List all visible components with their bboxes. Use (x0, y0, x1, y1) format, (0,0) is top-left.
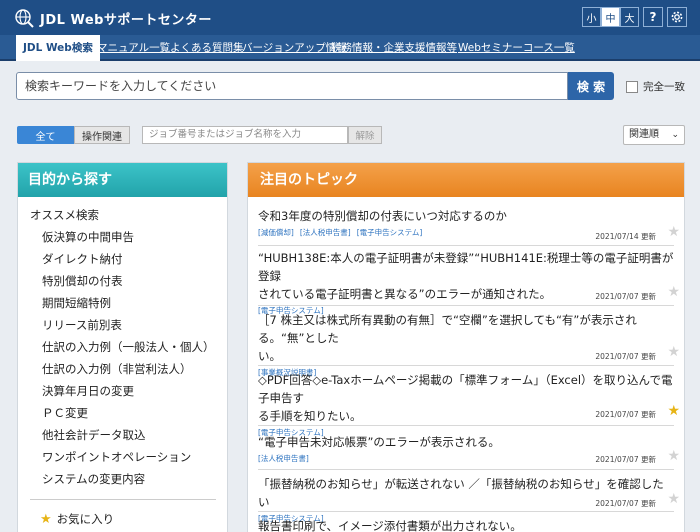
help-button[interactable]: ? (643, 7, 663, 27)
topic-item[interactable]: ◇PDF回答◇e-Taxホームページ掲載の「標準フォーム」（Excel）を取り込… (258, 371, 674, 438)
topic-title[interactable]: 報告書印刷で、イメージ添付書類が出力されない。 (258, 517, 674, 532)
topic-tag[interactable]: [減価償却] (258, 227, 294, 238)
tab-all[interactable]: 全て (17, 126, 74, 144)
font-size-switcher: 小 中 大 (582, 7, 639, 27)
nav-item-jdl-web-search[interactable]: JDL Web検索 (16, 35, 100, 61)
sort-select[interactable]: 関連順 ⌄ (623, 125, 685, 145)
topic-date: 2021/07/07 更新 (595, 352, 656, 361)
exact-match-checkbox[interactable] (626, 80, 638, 93)
font-size-small-button[interactable]: 小 (582, 7, 601, 27)
star-icon: ★ (40, 511, 52, 527)
divider (258, 305, 674, 306)
purpose-search-panel: 目的から探す オススメ検索 仮決算の中間申告 ダイレクト納付 特別償却の付表 期… (17, 162, 228, 532)
topic-tag[interactable]: [法人税申告書] (258, 453, 309, 464)
clear-button[interactable]: 解除 (348, 126, 382, 144)
recommended-item[interactable]: 他社会計データ取込 (42, 427, 146, 443)
topic-date: 2021/07/07 更新 (595, 499, 656, 508)
featured-topics-panel: 注目のトピック 令和3年度の特別償却の付表にいつ対応するのか [減価償却] [法… (247, 162, 685, 532)
app-title: JDL Webサポートセンター (40, 13, 212, 28)
favorite-star-icon[interactable]: ★ (667, 403, 680, 419)
recommended-item[interactable]: ＰＣ変更 (42, 405, 88, 421)
divider (258, 511, 674, 512)
favorites-link[interactable]: ★ お気に入り (40, 511, 114, 527)
gear-icon (671, 11, 683, 23)
font-size-medium-button[interactable]: 中 (601, 7, 620, 27)
font-size-large-button[interactable]: 大 (620, 7, 639, 27)
favorite-star-icon[interactable]: ★ (667, 224, 680, 240)
recommended-item[interactable]: 期間短縮特例 (42, 295, 111, 311)
tab-operation[interactable]: 操作関連 (74, 126, 130, 144)
topic-date: 2021/07/07 更新 (595, 410, 656, 419)
sort-select-value: 関連順 (629, 129, 659, 140)
nav-item-manuals[interactable]: マニュアル一覧 (97, 35, 170, 61)
topic-item[interactable]: 報告書印刷で、イメージ添付書類が出力されない。 (258, 517, 674, 532)
recommended-item[interactable]: システムの変更内容 (42, 471, 145, 487)
recommended-item[interactable]: 仕訳の入力例（非営利法人） (42, 361, 192, 377)
topic-date: 2021/07/07 更新 (595, 292, 656, 301)
favorite-star-icon[interactable]: ★ (667, 284, 680, 300)
settings-button[interactable] (667, 7, 687, 27)
purpose-search-title: 目的から探す (18, 163, 227, 197)
divider (30, 499, 216, 500)
topic-title-line[interactable]: “HUBH138E:本人の電子証明書が未登録”“HUBH141E:税理士等の電子… (258, 249, 674, 285)
topic-date: 2021/07/07 更新 (595, 455, 656, 464)
recommended-item[interactable]: リリース前別表 (42, 317, 122, 333)
recommended-item[interactable]: 決算年月日の変更 (42, 383, 134, 399)
favorite-star-icon[interactable]: ★ (667, 448, 680, 464)
job-number-input[interactable]: ジョブ番号またはジョブ名称を入力 (142, 126, 348, 144)
main-nav: JDL Web検索 マニュアル一覧 よくある質問集 バージョンアップ情報 税務情… (0, 35, 700, 61)
globe-icon (15, 9, 34, 28)
recommended-search-label: オススメ検索 (30, 208, 99, 222)
recommended-item[interactable]: 仮決算の中間申告 (42, 229, 134, 245)
favorite-star-icon[interactable]: ★ (667, 491, 680, 507)
search-input[interactable]: 検索キーワードを入力してください (16, 72, 568, 100)
topic-title-line[interactable]: ◇PDF回答◇e-Taxホームページ掲載の「標準フォーム」（Excel）を取り込… (258, 371, 674, 407)
top-header: JDL Webサポートセンター 小 中 大 ? (0, 0, 700, 35)
recommended-item[interactable]: 特別償却の付表 (42, 273, 123, 289)
nav-item-tax-info[interactable]: 税務情報・企業支援情報等 (331, 35, 457, 61)
topic-title-line[interactable]: ［7 株主又は株式所有異動の有無］で“空欄”を選択しても“有”が表示される。“無… (258, 311, 674, 347)
topic-date: 2021/07/14 更新 (595, 232, 656, 241)
search-button[interactable]: 検 索 (568, 72, 614, 100)
topic-title[interactable]: 令和3年度の特別償却の付表にいつ対応するのか (258, 207, 674, 225)
favorites-label: お気に入り (56, 512, 115, 526)
favorite-star-icon[interactable]: ★ (667, 344, 680, 360)
topic-title[interactable]: “電子申告未対応帳票”のエラーが表示される。 (258, 433, 674, 451)
topic-item[interactable]: ［7 株主又は株式所有異動の有無］で“空欄”を選択しても“有”が表示される。“無… (258, 311, 674, 378)
topic-tag[interactable]: [電子申告システム] (357, 227, 423, 238)
chevron-down-icon: ⌄ (671, 130, 679, 140)
topic-tag[interactable]: [法人税申告書] (300, 227, 351, 238)
divider (258, 365, 674, 366)
nav-item-web-seminar[interactable]: Webセミナーコース一覧 (458, 35, 575, 61)
divider (258, 469, 674, 470)
featured-topics-title: 注目のトピック (248, 163, 684, 197)
divider (258, 425, 674, 426)
divider (258, 245, 674, 246)
recommended-item[interactable]: ワンポイントオペレーション (42, 449, 191, 465)
exact-match-label: 完全一致 (643, 81, 685, 93)
recommended-item[interactable]: ダイレクト納付 (42, 251, 123, 267)
nav-item-faq[interactable]: よくある質問集 (170, 35, 244, 61)
recommended-item[interactable]: 仕訳の入力例（一般法人・個人） (42, 339, 215, 355)
exact-match-option[interactable]: 完全一致 (626, 79, 685, 94)
